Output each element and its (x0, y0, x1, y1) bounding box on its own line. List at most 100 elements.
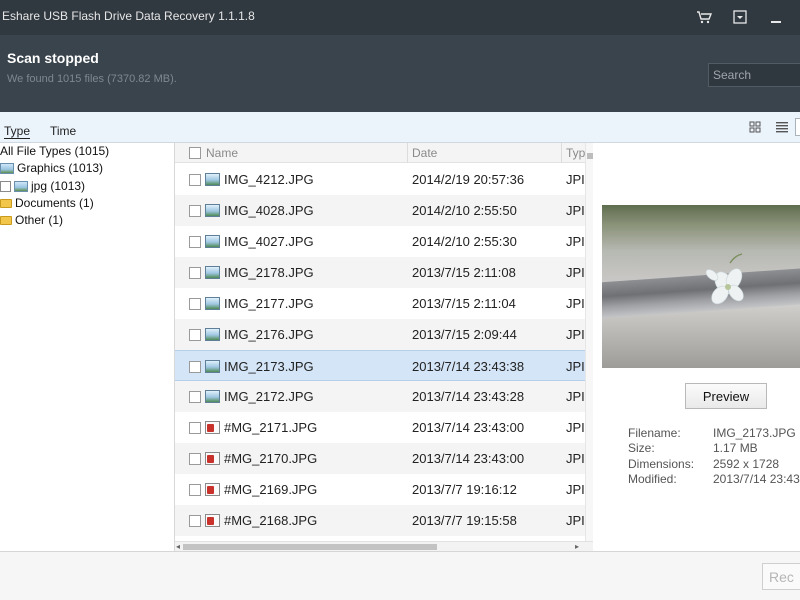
file-date: 2013/7/14 23:43:00 (412, 420, 525, 435)
row-checkbox[interactable] (189, 422, 201, 434)
file-type: JPI (566, 451, 585, 466)
minimize-icon[interactable] (768, 8, 786, 26)
select-all-checkbox[interactable] (189, 147, 201, 159)
deleted-file-icon (205, 452, 220, 465)
grid-view-icon[interactable] (748, 120, 762, 134)
size-label: Size: (628, 441, 655, 455)
tree-item-graphics[interactable]: Graphics (1013) (0, 160, 103, 176)
file-date: 2013/7/15 2:11:08 (412, 265, 516, 280)
file-type: JPI (566, 203, 585, 218)
view-bar: Type Time (0, 112, 800, 143)
image-file-icon (205, 235, 220, 248)
preview-button[interactable]: Preview (685, 383, 767, 409)
row-checkbox[interactable] (189, 484, 201, 496)
preview-image (602, 205, 800, 368)
file-type: JPI (566, 265, 585, 280)
file-name: IMG_2173.JPG (224, 359, 314, 374)
deleted-file-icon (205, 421, 220, 434)
file-type-tree: All File Types (1015) Graphics (1013) jp… (0, 143, 175, 551)
horizontal-scrollbar[interactable]: ◂ ▸ (175, 541, 593, 551)
scroll-left-icon[interactable]: ◂ (176, 542, 180, 551)
tree-item-label: jpg (1013) (31, 179, 86, 193)
table-row[interactable]: IMG_4212.JPG 2014/2/19 20:57:36 JPI (175, 164, 585, 195)
file-date: 2013/7/15 2:11:04 (412, 296, 516, 311)
image-file-icon (205, 390, 220, 403)
cart-icon[interactable] (695, 8, 713, 26)
row-checkbox[interactable] (189, 298, 201, 310)
table-row[interactable]: #MG_2169.JPG 2013/7/7 19:16:12 JPI (175, 474, 585, 505)
flower-image (705, 253, 744, 305)
file-date: 2014/2/10 2:55:30 (412, 234, 517, 249)
filename-label: Filename: (628, 426, 681, 440)
tree-item-all-file-types[interactable]: All File Types (1015) (0, 143, 109, 159)
file-name: IMG_4028.JPG (224, 203, 314, 218)
table-row[interactable]: IMG_2177.JPG 2013/7/15 2:11:04 JPI (175, 288, 585, 319)
file-name: #MG_2169.JPG (224, 482, 318, 497)
table-row[interactable]: IMG_2178.JPG 2013/7/15 2:11:08 JPI (175, 257, 585, 288)
file-type: JPI (566, 389, 585, 404)
file-name: IMG_2176.JPG (224, 327, 314, 342)
row-checkbox[interactable] (189, 205, 201, 217)
file-type: JPI (566, 420, 585, 435)
recover-button[interactable]: Rec (762, 563, 800, 590)
image-file-icon (205, 173, 220, 186)
file-name: IMG_4212.JPG (224, 172, 314, 187)
folder-icon (0, 215, 12, 225)
table-row[interactable]: IMG_2176.JPG 2013/7/15 2:09:44 JPI (175, 319, 585, 350)
column-header-type[interactable]: Typ (566, 146, 585, 160)
file-list-header: Name Date Typ (175, 143, 593, 163)
row-checkbox[interactable] (189, 329, 201, 341)
tree-checkbox[interactable] (0, 180, 11, 192)
file-name: #MG_2170.JPG (224, 451, 318, 466)
file-date: 2013/7/14 23:43:38 (412, 359, 525, 374)
column-divider[interactable] (561, 143, 562, 163)
deleted-file-icon (205, 514, 220, 527)
image-file-icon (205, 328, 220, 341)
row-checkbox[interactable] (189, 515, 201, 527)
table-row[interactable]: #MG_2168.JPG 2013/7/7 19:15:58 JPI (175, 505, 585, 536)
dimensions-value: 2592 x 1728 (713, 457, 780, 471)
tab-time[interactable]: Time (50, 124, 76, 138)
row-checkbox[interactable] (189, 236, 201, 248)
file-date: 2013/7/14 23:43:00 (412, 451, 525, 466)
tree-item-label: Graphics (1013) (17, 161, 104, 175)
table-row[interactable]: #MG_2170.JPG 2013/7/14 23:43:00 JPI (175, 443, 585, 474)
search-input[interactable] (709, 64, 800, 86)
column-divider[interactable] (407, 143, 408, 163)
dropdown-menu-icon[interactable] (731, 8, 749, 26)
scroll-right-icon[interactable]: ▸ (575, 542, 579, 551)
table-row[interactable]: IMG_2172.JPG 2013/7/14 23:43:28 JPI (175, 381, 585, 412)
column-header-date[interactable]: Date (412, 146, 437, 160)
tree-item-documents[interactable]: Documents (1) (0, 195, 94, 211)
search-box[interactable] (708, 63, 800, 87)
file-type: JPI (566, 359, 585, 374)
detail-view-icon[interactable] (795, 118, 800, 136)
scroll-thumb[interactable] (183, 544, 437, 550)
row-checkbox[interactable] (189, 391, 201, 403)
image-icon (14, 180, 28, 192)
file-type: JPI (566, 234, 585, 249)
column-header-name[interactable]: Name (206, 146, 238, 160)
table-row[interactable]: IMG_4027.JPG 2014/2/10 2:55:30 JPI (175, 226, 585, 257)
row-checkbox[interactable] (189, 267, 201, 279)
table-row[interactable]: IMG_2173.JPG 2013/7/14 23:43:38 JPI (175, 350, 585, 381)
tree-item-jpg[interactable]: jpg (1013) (0, 178, 85, 194)
app-title: Eshare USB Flash Drive Data Recovery 1.1… (2, 9, 255, 23)
list-view-icon[interactable] (775, 120, 789, 134)
tree-item-label: All File Types (1015) (0, 144, 110, 158)
row-checkbox[interactable] (189, 361, 201, 373)
vertical-scrollbar[interactable] (585, 143, 593, 543)
image-file-icon (205, 297, 220, 310)
file-name: #MG_2171.JPG (224, 420, 318, 435)
tab-type[interactable]: Type (4, 124, 31, 139)
scan-result-summary: We found 1015 files (7370.82 MB). (7, 73, 177, 85)
scan-status-title: Scan stopped (7, 50, 99, 66)
table-row[interactable]: IMG_4028.JPG 2014/2/10 2:55:50 JPI (175, 195, 585, 226)
table-row[interactable]: #MG_2171.JPG 2013/7/14 23:43:00 JPI (175, 412, 585, 443)
scan-status-header: Scan stopped We found 1015 files (7370.8… (0, 35, 800, 112)
row-checkbox[interactable] (189, 174, 201, 186)
row-checkbox[interactable] (189, 453, 201, 465)
size-value: 1.17 MB (713, 441, 758, 455)
modified-label: Modified: (628, 472, 677, 486)
tree-item-other[interactable]: Other (1) (0, 212, 63, 228)
